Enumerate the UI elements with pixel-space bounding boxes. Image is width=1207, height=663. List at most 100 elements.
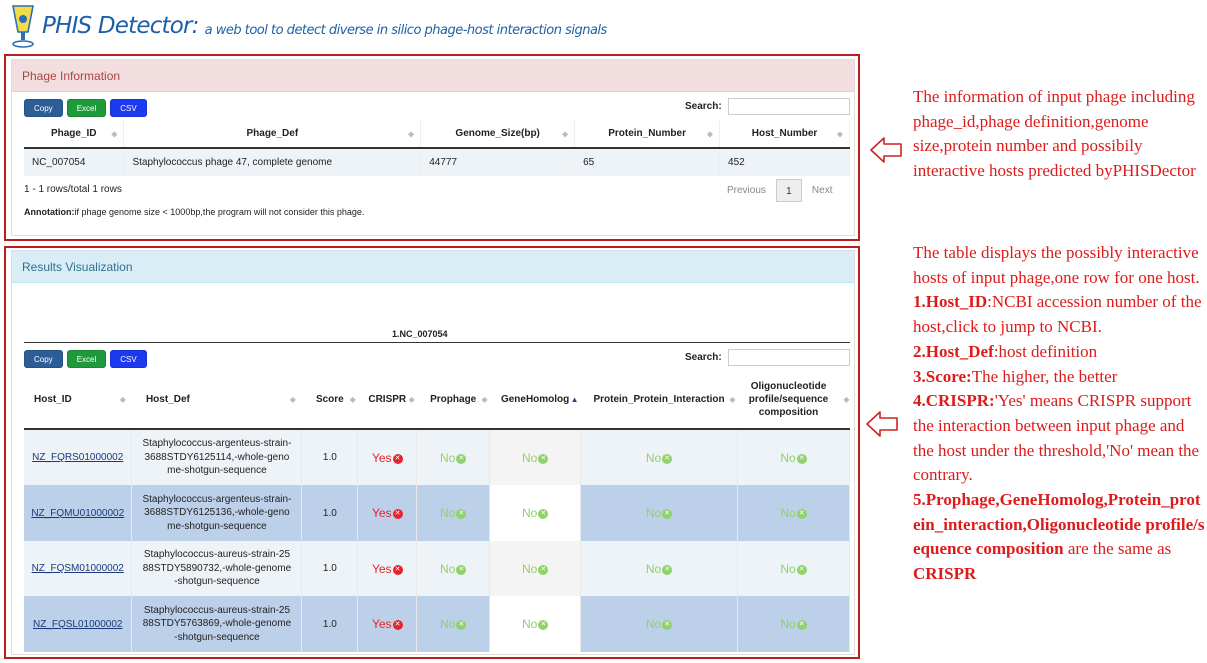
- annotation-label: Annotation:: [24, 207, 75, 217]
- host-id-cell[interactable]: NZ_FQMU01000002: [24, 485, 133, 541]
- times-circle-icon: ✕: [662, 564, 673, 575]
- prophage-status-text: No: [440, 506, 456, 520]
- host-id-link[interactable]: NZ_FQSM01000002: [32, 563, 124, 574]
- col-oligonucleotide[interactable]: Oligonucleotide profile/sequence composi…: [737, 371, 850, 430]
- oligo-status: No ✕: [780, 506, 807, 520]
- ppi-cell: No ✕: [580, 541, 738, 596]
- previous-page-link[interactable]: Previous: [727, 185, 766, 196]
- host-def-text: Staphylococcus-aureus-strain-2588STDY576…: [142, 604, 292, 643]
- crispr-status: Yes ✕: [372, 562, 403, 576]
- results-export-toolbar: Copy Excel CSV: [24, 350, 147, 368]
- oligo-status: No ✕: [780, 562, 807, 576]
- csv-button[interactable]: CSV: [110, 99, 147, 117]
- crispr-cell: Yes ✕: [357, 541, 418, 596]
- col-protein-protein-interaction[interactable]: Protein_Protein_Interaction ◆: [580, 371, 738, 430]
- score-text: 1.0: [322, 618, 337, 630]
- col-genehomolog[interactable]: GeneHomolog ▲: [489, 371, 581, 430]
- ppi-status-text: No: [645, 617, 662, 631]
- ppi-status: No ✕: [645, 617, 673, 631]
- host-id-cell[interactable]: NZ_FQSM01000002: [24, 541, 133, 596]
- app-title: PHIS Detector:: [42, 13, 199, 39]
- crispr-status-text: Yes: [371, 617, 392, 631]
- app-header: PHIS Detector: a web tool to detect dive…: [10, 4, 607, 48]
- sort-icon: ◆: [843, 394, 850, 404]
- times-circle-icon: ✕: [392, 453, 403, 464]
- host-number-cell: 452: [719, 147, 850, 176]
- excel-button[interactable]: Excel: [66, 99, 107, 117]
- next-page-link[interactable]: Next: [812, 185, 833, 196]
- col-genome-size[interactable]: Genome_Size(bp) ◆: [420, 120, 576, 149]
- host-id-link[interactable]: NZ_FQSL01000002: [33, 619, 123, 630]
- col-phage-def[interactable]: Phage_Def ◆: [123, 120, 422, 149]
- col-prophage[interactable]: Prophage ◆: [416, 371, 490, 430]
- item4-label: 4.CRISPR:: [913, 391, 995, 411]
- col-score[interactable]: Score ◆: [301, 371, 358, 430]
- excel-button[interactable]: Excel: [66, 350, 107, 368]
- crispr-status: Yes ✕: [372, 506, 403, 520]
- times-circle-icon: ✕: [538, 453, 549, 464]
- sort-icon: ◆: [481, 394, 488, 404]
- ppi-status-text: No: [645, 506, 662, 520]
- results-table: Host_ID ◆ Host_Def ◆ Score ◆ CRISPR ◆ Propha…: [24, 371, 850, 652]
- sort-icon: ◆: [349, 394, 356, 404]
- copy-button[interactable]: Copy: [24, 99, 63, 117]
- hollow-arrow-left-icon: [866, 411, 898, 437]
- times-circle-icon: ✕: [456, 620, 467, 631]
- col-protein-number[interactable]: Protein_Number ◆: [574, 120, 721, 149]
- host-def-text: Staphylococcus-argenteus-strain-3688STDY…: [142, 438, 292, 477]
- sort-icon: ◆: [289, 394, 296, 404]
- times-circle-icon: ✕: [456, 509, 467, 520]
- results-panel: Results Visualization 1.NC_007054 Copy E…: [11, 250, 855, 655]
- pagination: Previous 1 Next: [727, 179, 832, 202]
- score-cell: 1.0: [301, 485, 359, 541]
- item2-text: :host definition: [993, 341, 1098, 361]
- host-id-link[interactable]: NZ_FQRS01000002: [32, 452, 123, 463]
- annotation-body: if phage genome size < 1000bp,the progra…: [74, 207, 365, 217]
- times-circle-icon: ✕: [538, 509, 549, 520]
- host-def-cell: Staphylococcus-aureus-strain-2588STDY589…: [131, 541, 303, 596]
- col-host-number[interactable]: Host_Number ◆: [719, 120, 850, 149]
- page-1-button[interactable]: 1: [775, 179, 802, 202]
- host-def-text: Staphylococcus-argenteus-strain-3688STDY…: [142, 493, 292, 532]
- genehomolog-status: No ✕: [522, 617, 549, 631]
- ppi-cell: No ✕: [580, 429, 738, 485]
- col-host-id[interactable]: Host_ID ◆: [24, 371, 132, 430]
- csv-button[interactable]: CSV: [110, 350, 147, 368]
- genehomolog-cell: No ✕: [489, 541, 582, 596]
- col-host-def[interactable]: Host_Def ◆: [131, 371, 302, 430]
- times-circle-icon: ✕: [392, 564, 403, 575]
- item3-text: The higher, the better: [971, 366, 1118, 386]
- score-text: 1.0: [322, 563, 337, 574]
- oligo-status-text: No: [780, 617, 796, 631]
- sort-icon: ◆: [706, 129, 714, 138]
- results-panel-heading: Results Visualization: [12, 251, 854, 283]
- ppi-status-text: No: [645, 450, 662, 465]
- col-phage-id[interactable]: Phage_ID ◆: [24, 120, 125, 149]
- item2-label: 2.Host_Def: [913, 341, 994, 361]
- copy-button[interactable]: Copy: [24, 350, 63, 368]
- sort-icon: ◆: [408, 394, 415, 404]
- sort-icon: ◆: [729, 394, 736, 404]
- search-input[interactable]: [727, 349, 850, 366]
- phage-id-cell: NC_007054: [24, 147, 125, 176]
- prophage-cell: No ✕: [416, 541, 491, 596]
- annotation-text: Annotation:if phage genome size < 1000bp…: [24, 207, 364, 217]
- oligo-status-text: No: [780, 450, 796, 465]
- genehomolog-status: No ✕: [522, 562, 549, 576]
- times-circle-icon: ✕: [662, 453, 673, 464]
- oligo-cell: No ✕: [737, 541, 850, 596]
- col-crispr[interactable]: CRISPR ◆: [357, 371, 417, 430]
- times-circle-icon: ✕: [796, 620, 807, 631]
- sort-icon: ◆: [111, 129, 118, 138]
- times-circle-icon: ✕: [392, 509, 403, 520]
- host-id-cell[interactable]: NZ_FQRS01000002: [24, 429, 133, 485]
- times-circle-icon: ✕: [456, 564, 467, 575]
- host-id-cell[interactable]: NZ_FQSL01000002: [24, 596, 133, 652]
- results-panel-note: The table displays the possibly interact…: [913, 241, 1205, 587]
- item3-label: 3.Score:: [913, 366, 972, 386]
- genehomolog-cell: No ✕: [489, 429, 582, 485]
- host-id-link[interactable]: NZ_FQMU01000002: [31, 508, 124, 519]
- search-input[interactable]: [727, 98, 850, 115]
- sort-icon: ◆: [119, 394, 126, 404]
- times-circle-icon: ✕: [796, 453, 807, 464]
